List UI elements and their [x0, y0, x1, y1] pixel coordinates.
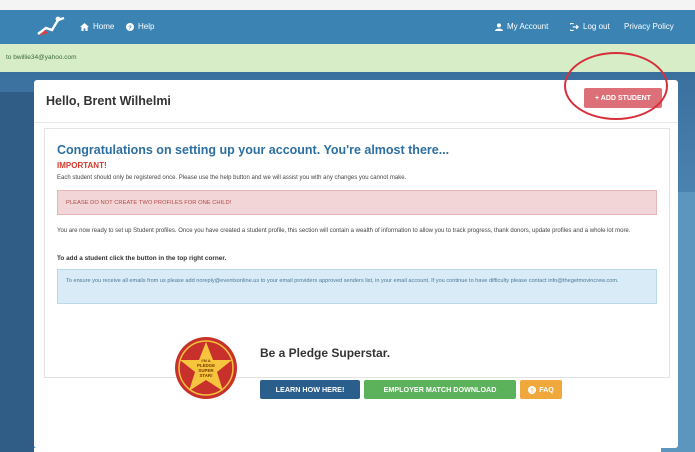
important-label: IMPORTANT! [57, 161, 107, 170]
welcome-title: Congratulations on setting up your accou… [57, 143, 450, 157]
nav-my-account[interactable]: My Account [495, 22, 548, 31]
email-notice-text: To ensure you receive all emails from us… [66, 278, 619, 284]
employer-match-download-button[interactable]: EMPLOYER MATCH DOWNLOAD [364, 380, 516, 399]
nav-help[interactable]: ? Help [126, 22, 154, 31]
header-divider [34, 122, 678, 123]
svg-text:?: ? [530, 388, 534, 394]
welcome-panel: Congratulations on setting up your accou… [44, 128, 670, 378]
nav-home-label: Home [93, 22, 115, 31]
help-circle-icon: ? [126, 22, 134, 31]
nav-privacy-policy[interactable]: Privacy Policy [624, 22, 674, 31]
add-student-button[interactable]: + ADD STUDENT [584, 88, 662, 108]
nav-my-account-label: My Account [507, 22, 549, 31]
nav-help-label: Help [138, 22, 155, 31]
background-left-panel [0, 92, 34, 452]
warning-text: PLEASE DO NOT CREATE TWO PROFILES FOR ON… [66, 200, 232, 206]
star-badge-icon: I'M A PLEDGE SUPER STAR! [175, 337, 237, 399]
nav-privacy-label: Privacy Policy [624, 22, 674, 31]
main-content-card: Hello, Brent Wilhelmi + ADD STUDENT Cong… [34, 52, 678, 448]
nav-home[interactable]: Home [80, 22, 114, 31]
question-circle-icon: ? [528, 385, 537, 394]
runner-logo-icon[interactable] [36, 14, 66, 38]
warning-box: PLEASE DO NOT CREATE TWO PROFILES FOR ON… [57, 190, 657, 215]
learn-how-button[interactable]: LEARN HOW HERE! [260, 380, 360, 399]
setup-paragraph: You are now ready to set up Student prof… [57, 228, 631, 234]
top-navbar: Home ? Help My Account Log out Privacy P… [0, 10, 695, 44]
nav-logout-label: Log out [583, 22, 610, 31]
add-student-hint: To add a student click the button in the… [57, 255, 227, 262]
greeting-heading: Hello, Brent Wilhelmi [46, 94, 171, 108]
user-icon [495, 22, 503, 31]
pledge-title: Be a Pledge Superstar. [260, 346, 391, 360]
success-alert-bar: to bwillie34@yahoo.com [0, 44, 695, 72]
browser-top-strip [0, 0, 695, 10]
badge-text-line4: STAR! [199, 373, 213, 378]
nav-logout[interactable]: Log out [570, 22, 610, 31]
faq-label: FAQ [539, 385, 554, 394]
svg-text:?: ? [128, 25, 132, 31]
email-notice-box: To ensure you receive all emails from us… [57, 269, 657, 304]
register-once-text: Each student should only be registered o… [57, 175, 407, 181]
home-icon [80, 22, 89, 31]
alert-text: to bwillie34@yahoo.com [6, 54, 77, 61]
faq-button[interactable]: ? FAQ [520, 380, 562, 399]
logout-icon [570, 22, 579, 31]
